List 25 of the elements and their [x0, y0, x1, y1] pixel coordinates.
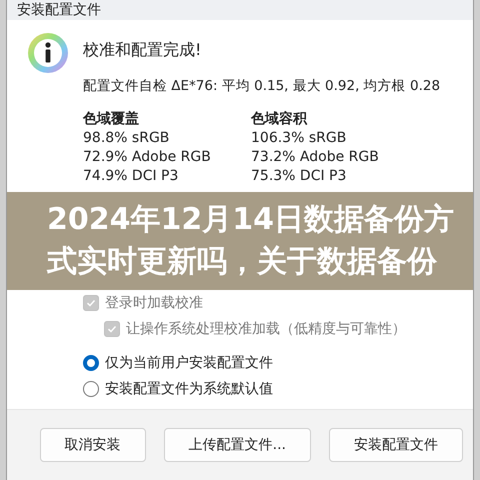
message-heading: 校准和配置完成! [83, 40, 202, 61]
window-title: 安装配置文件 [17, 1, 101, 19]
dialog-button[interactable]: 上传配置文件... [164, 428, 311, 462]
column-heading: 色域覆盖 [83, 110, 140, 129]
radio-button[interactable] [83, 355, 99, 371]
option-label: 安装配置文件为系统默认值 [105, 380, 273, 398]
option-label: 仅为当前用户安装配置文件 [105, 354, 273, 372]
gamut-value: 75.3% DCI P3 [251, 167, 348, 186]
banner-title: 2024年12月14日数据备份方 [47, 201, 455, 239]
gamut-value: 72.9% Adobe RGB [83, 148, 212, 167]
check-icon [86, 298, 96, 308]
gamut-value: 73.2% Adobe RGB [251, 148, 380, 167]
radio-button[interactable] [83, 381, 99, 397]
gamut-value: 98.8% sRGB [83, 129, 170, 148]
option-label: 让操作系统处理校准加载（低精度与可靠性） [126, 320, 406, 338]
message-detail: 配置文件自检 ΔE*76: 平均 0.15, 最大 0.92, 均方根 0.28 [83, 77, 440, 95]
gamut-value: 106.3% sRGB [251, 129, 348, 148]
dialog-button[interactable]: 安装配置文件 [329, 428, 463, 462]
dialog-button[interactable]: 取消安装 [40, 428, 146, 462]
gamut-value: 74.9% DCI P3 [83, 167, 180, 186]
info-icon [27, 32, 69, 74]
banner-title: 式实时更新吗，关于数据备份 [47, 243, 438, 281]
column-heading: 色域容积 [251, 110, 308, 129]
check-icon [107, 324, 117, 334]
option-label: 登录时加载校准 [105, 294, 203, 312]
